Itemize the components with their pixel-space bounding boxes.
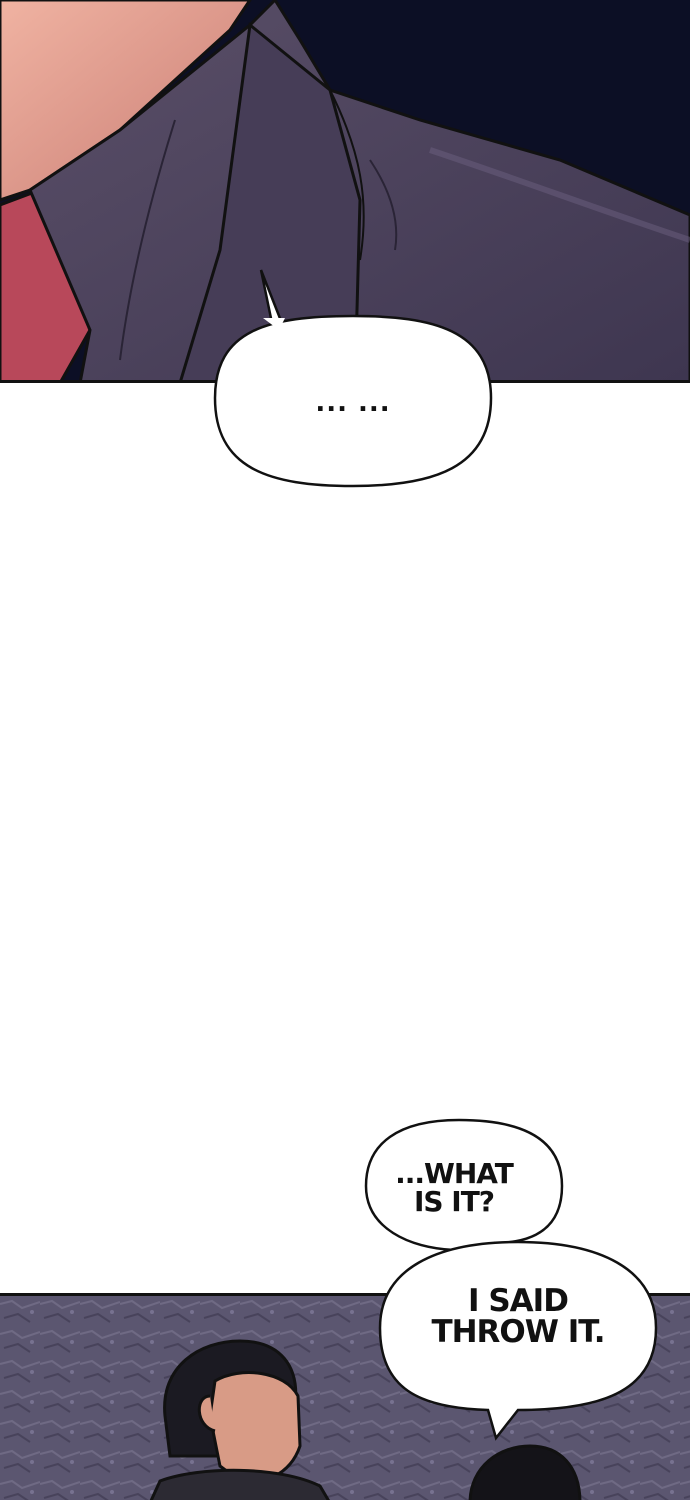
speech-bubble-ellipsis: ... ... [213,268,493,490]
bubble-text: ... ... [315,388,391,418]
bubble-text: ...WHAT IS IT? [395,1157,514,1218]
speech-bubble-throw-it: I SAID THROW IT. [378,1238,658,1441]
comic-gutter [0,383,690,1293]
speech-bubble-what-is-it: ...WHAT IS IT? [364,1118,564,1258]
bubble-text: I SAID THROW IT. [431,1283,605,1350]
